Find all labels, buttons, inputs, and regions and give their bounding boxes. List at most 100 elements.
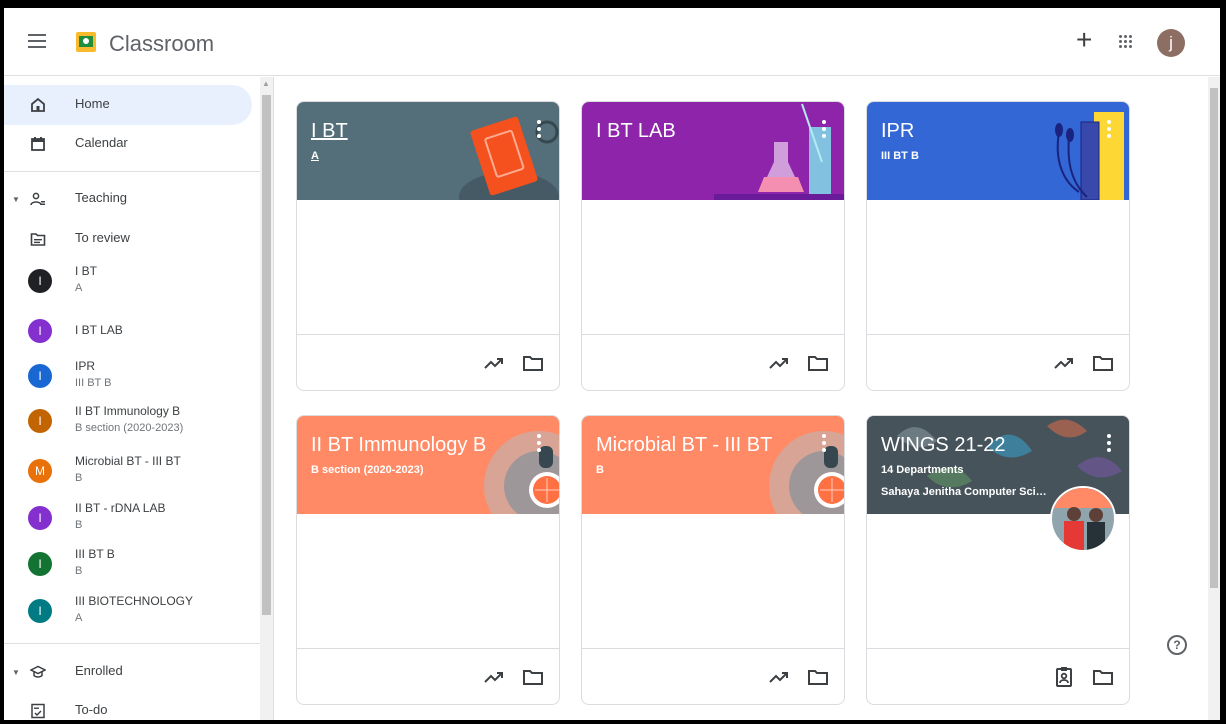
class-card[interactable]: I BT LAB [581, 101, 845, 391]
class-card-section[interactable]: B [596, 464, 604, 476]
more-options-icon[interactable] [1107, 434, 1111, 452]
main-menu-button[interactable] [28, 34, 46, 48]
class-card-header[interactable]: II BT Immunology B B section (2020-2023) [297, 416, 559, 514]
sidebar-item-to-review[interactable]: To review [4, 219, 252, 259]
sidebar-item-class[interactable]: I II BT Immunology B B section (2020-2023) [4, 397, 252, 445]
class-card-header[interactable]: I BT LAB [582, 102, 844, 200]
insights-icon[interactable] [482, 351, 506, 375]
create-join-class-button[interactable]: + [1076, 26, 1092, 54]
app-title[interactable]: Classroom [109, 31, 214, 57]
class-card-section[interactable]: III BT B [881, 150, 919, 162]
class-card-title[interactable]: I BT LAB [596, 120, 676, 143]
class-card[interactable]: WINGS 21-22 14 Departments Sahaya Jenitha … [866, 415, 1130, 705]
folder-icon[interactable] [1091, 351, 1115, 375]
folder-icon[interactable] [806, 665, 830, 689]
scroll-up-icon[interactable]: ▲ [262, 79, 270, 88]
class-card-title[interactable]: WINGS 21-22 [881, 434, 1005, 457]
main-scroll-thumb[interactable] [1210, 88, 1218, 588]
sidebar-item-section: B [75, 472, 83, 484]
class-card-section[interactable]: A [311, 150, 319, 162]
class-theme-illustration [484, 431, 559, 514]
caret-down-icon[interactable]: ▼ [12, 668, 20, 677]
class-card-footer [582, 334, 844, 390]
class-card-header[interactable]: IPR III BT B [867, 102, 1129, 200]
sidebar-divider [4, 643, 262, 644]
class-card-footer [582, 648, 844, 704]
class-theme-illustration [714, 103, 844, 200]
more-options-icon[interactable] [822, 120, 826, 138]
class-avatar: I [28, 409, 52, 433]
sidebar-item-section: III BT B [75, 377, 112, 389]
sidebar-item-section: B section (2020-2023) [75, 422, 184, 434]
insights-icon[interactable] [767, 351, 791, 375]
top-bar: Classroom + j [4, 8, 1220, 76]
sidebar-item-label: IPR [75, 359, 96, 373]
class-card[interactable]: Microbial BT - III BT B [581, 415, 845, 705]
folder-icon[interactable] [806, 351, 830, 375]
folder-icon[interactable] [521, 351, 545, 375]
class-card-section[interactable]: 14 Departments [881, 464, 964, 476]
class-card-footer [867, 334, 1129, 390]
class-card-title[interactable]: IPR [881, 120, 914, 143]
class-card-owner[interactable]: Sahaya Jenitha Computer Scien... [881, 486, 1051, 498]
insights-icon[interactable] [1052, 351, 1076, 375]
folder-icon[interactable] [1091, 665, 1115, 689]
insights-icon[interactable] [767, 665, 791, 689]
more-options-icon[interactable] [1107, 120, 1111, 138]
class-theme-illustration [1055, 112, 1124, 200]
home-icon [31, 97, 45, 112]
class-card-header[interactable]: I BT A [297, 102, 559, 200]
enrolled-cap-icon [30, 665, 46, 678]
class-card-section[interactable]: B section (2020-2023) [311, 464, 424, 476]
sidebar-item-calendar[interactable]: Calendar [4, 124, 252, 164]
sidebar-item-section: B [75, 519, 83, 531]
class-avatar: I [28, 319, 52, 343]
class-card[interactable]: II BT Immunology B B section (2020-2023) [296, 415, 560, 705]
sidebar-item-class[interactable]: I IPR III BT B [4, 352, 252, 400]
app-window: Classroom + j Home Calendar ▼ Teaching T… [4, 8, 1220, 720]
sidebar-item-home[interactable]: Home [4, 85, 252, 125]
folder-icon[interactable] [521, 665, 545, 689]
sidebar-item-class[interactable]: I II BT - rDNA LAB B [4, 494, 252, 542]
sidebar-item-label: Home [75, 96, 110, 111]
sidebar-item-class[interactable]: I I BT A [4, 257, 252, 305]
class-theme-illustration [769, 431, 844, 514]
sidebar-item-label: To-do [75, 702, 108, 717]
class-avatar: I [28, 552, 52, 576]
insights-icon[interactable] [482, 665, 506, 689]
caret-down-icon[interactable]: ▼ [12, 195, 20, 204]
sidebar-item-label: I BT LAB [75, 323, 123, 337]
sidebar-item-enrolled[interactable]: ▼ Enrolled [4, 652, 252, 692]
help-button[interactable]: ? [1167, 635, 1187, 655]
account-avatar[interactable]: j [1157, 29, 1185, 57]
sidebar-item-label: Calendar [75, 135, 128, 150]
sidebar-item-teaching[interactable]: ▼ Teaching [4, 179, 252, 219]
class-card-footer [297, 648, 559, 704]
calendar-icon [31, 137, 45, 151]
more-options-icon[interactable] [537, 120, 541, 138]
more-options-icon[interactable] [537, 434, 541, 452]
sidebar-item-section: A [75, 282, 83, 294]
sidebar-item-class[interactable]: M Microbial BT - III BT B [4, 447, 252, 495]
class-card-footer [297, 334, 559, 390]
classroom-logo-icon[interactable] [76, 32, 96, 52]
teaching-people-icon [30, 192, 45, 206]
sidebar-item-class[interactable]: I I BT LAB [4, 307, 252, 355]
to-review-folder-icon [30, 233, 46, 246]
assignment-ind-icon[interactable] [1052, 665, 1076, 689]
class-card-title[interactable]: I BT [311, 120, 348, 143]
class-card[interactable]: IPR III BT B [866, 101, 1130, 391]
sidebar-item-section: A [75, 612, 83, 624]
sidebar-item-label: Enrolled [75, 663, 123, 678]
sidebar-item-label: III BIOTECHNOLOGY [75, 594, 194, 608]
class-card[interactable]: I BT A [296, 101, 560, 391]
sidebar-item-class[interactable]: I III BT B B [4, 540, 252, 588]
sidebar-item-class[interactable]: I III BIOTECHNOLOGY A [4, 587, 252, 635]
google-apps-icon[interactable] [1119, 35, 1133, 49]
class-card-title[interactable]: II BT Immunology B [311, 434, 486, 457]
class-card-title[interactable]: Microbial BT - III BT [596, 434, 772, 457]
sidebar-item-todo[interactable]: To-do [4, 691, 252, 720]
more-options-icon[interactable] [822, 434, 826, 452]
class-card-header[interactable]: Microbial BT - III BT B [582, 416, 844, 514]
sidebar-scroll-thumb[interactable] [262, 95, 271, 615]
